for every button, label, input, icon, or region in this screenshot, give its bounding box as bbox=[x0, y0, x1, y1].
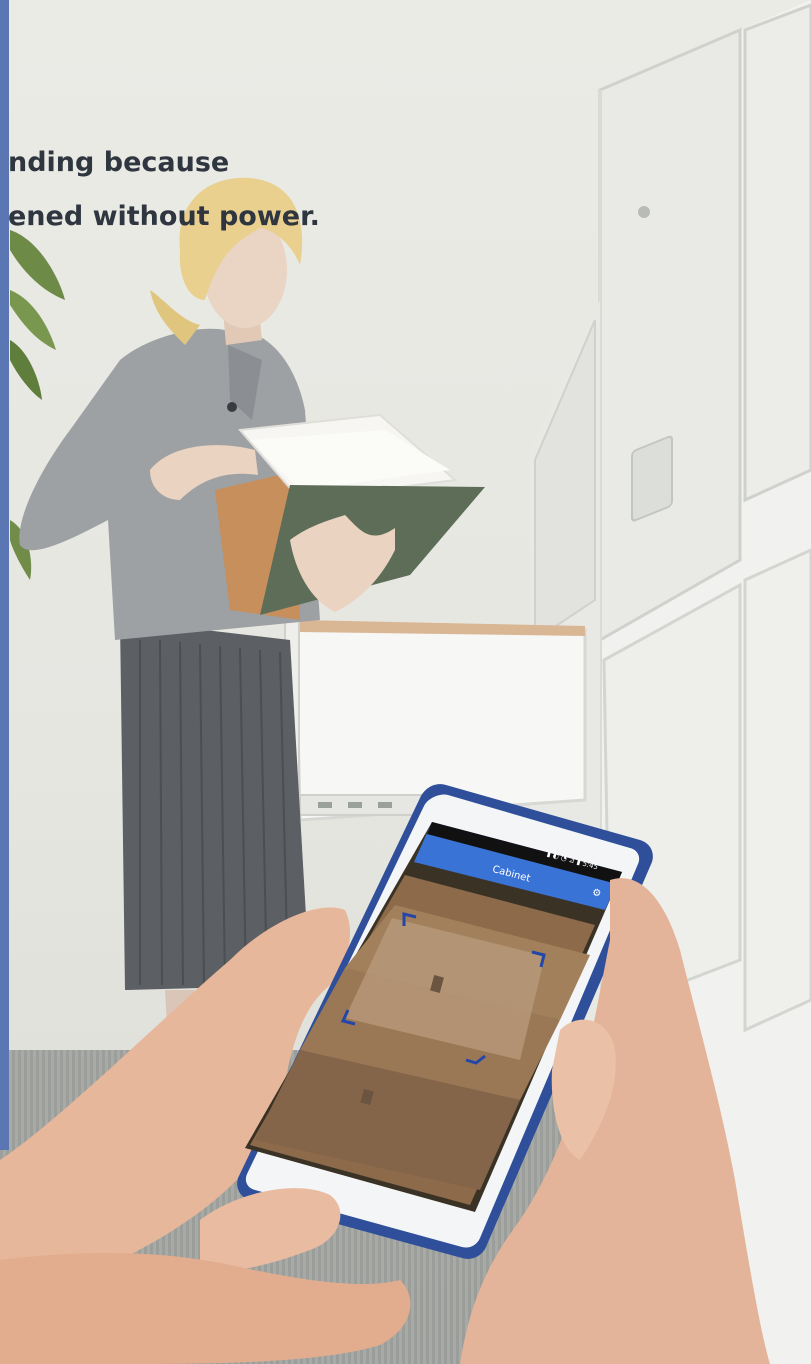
headline-line-2: ened without power. bbox=[8, 201, 320, 232]
photo-scene: Cabinet ▮ ◐ ◔ ⊿ ▮ 5:45 ⚙ nding because e… bbox=[0, 0, 811, 1364]
headline-line-1: nding because bbox=[8, 147, 230, 178]
headline: nding because ened without power. bbox=[8, 136, 320, 244]
